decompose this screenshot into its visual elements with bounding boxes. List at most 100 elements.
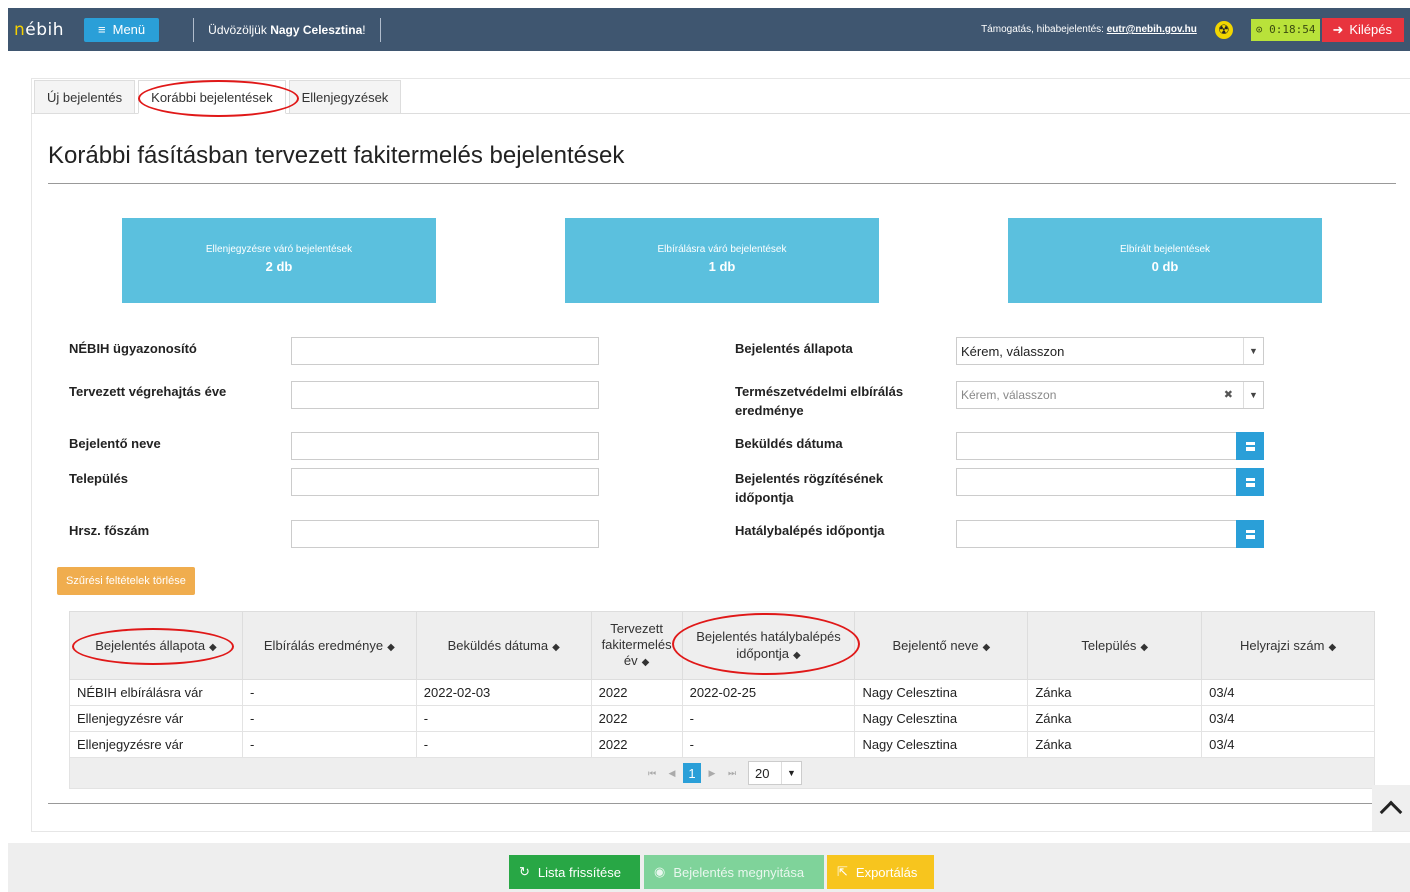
cell-sent-date: - — [415, 731, 592, 758]
scroll-to-top-button[interactable] — [1372, 785, 1410, 831]
cell-parcel: 03/4 — [1201, 679, 1375, 706]
stat-tile-reviewed[interactable]: Elbírált bejelentések 0 db — [1008, 218, 1322, 303]
nebih-logo[interactable]: nébih — [14, 20, 64, 40]
refresh-list-button[interactable]: ↻ Lista frissítése — [509, 855, 640, 889]
sent-date-input[interactable] — [956, 432, 1264, 460]
page-size-select[interactable]: 20 ▼ — [748, 761, 802, 785]
reporter-name-label: Bejelentő neve — [69, 436, 161, 451]
last-page-icon[interactable]: ⏭ — [723, 763, 741, 783]
stat-label: Ellenjegyzésre váró bejelentések — [205, 244, 353, 255]
column-label: Elbírálás eredménye — [263, 638, 384, 653]
nature-result-label: Természetvédelmi elbírálás eredménye — [735, 384, 904, 418]
pager-cell: ⏮ ◀ 1 ▶ ⏭ 20 ▼ — [69, 757, 1375, 789]
logout-button[interactable]: ➜ Kilépés — [1322, 17, 1404, 42]
menu-button[interactable]: ≡ Menü — [84, 17, 160, 42]
sort-icon[interactable]: ◆ — [387, 642, 395, 653]
column-header-settlement[interactable]: Település ◆ — [1027, 611, 1203, 680]
sort-icon[interactable]: ◆ — [552, 642, 560, 653]
radiation-icon[interactable]: ☢ — [1214, 20, 1233, 39]
column-label: Beküldés dátuma — [447, 638, 549, 653]
table-header-row: Bejelentés állapota ◆ Elbírálás eredménye… — [69, 611, 1375, 680]
column-header-review-result[interactable]: Elbírálás eredménye ◆ — [241, 611, 417, 680]
tab-countersignatures[interactable]: Ellenjegyzések — [288, 80, 402, 114]
user-name: Nagy Celesztina — [270, 22, 363, 37]
planned-year-input[interactable] — [291, 381, 599, 409]
cell-effective-date: - — [681, 731, 856, 758]
status-select[interactable]: Kérem, válasszon ▼ — [956, 337, 1264, 365]
export-button[interactable]: ⇱ Exportálás — [827, 855, 934, 889]
column-label: Bejelentés hatálybalépés — [696, 628, 841, 644]
menu-label: Menü — [112, 22, 146, 37]
cell-settlement: Zánka — [1027, 679, 1203, 706]
column-header-effective-date[interactable]: Bejelentés hatálybalépés időpontja ◆ — [681, 611, 856, 680]
calendar-icon[interactable] — [1236, 432, 1264, 460]
clear-icon[interactable]: ✖ — [1224, 388, 1233, 401]
sort-icon[interactable]: ◆ — [1140, 642, 1148, 653]
clear-filters-button[interactable]: Szűrési feltételek törlése — [57, 567, 195, 595]
sort-icon[interactable]: ◆ — [209, 642, 217, 653]
column-header-parcel[interactable]: Helyrajzi szám ◆ — [1201, 611, 1375, 680]
calendar-icon[interactable] — [1236, 520, 1264, 548]
chevron-down-icon[interactable]: ▼ — [781, 762, 801, 784]
current-page-button[interactable]: 1 — [683, 763, 701, 783]
effective-at-label: Hatálybalépés időpontja — [735, 523, 885, 538]
nature-result-select[interactable]: Kérem, válasszon ✖ ▼ — [956, 381, 1264, 409]
sort-icon[interactable]: ◆ — [793, 650, 801, 661]
table-row[interactable]: Ellenjegyzésre vár - - 2022 - Nagy Celes… — [69, 705, 1375, 732]
logo-n-mark: n — [14, 19, 26, 40]
cell-status: NÉBIH elbírálásra vár — [69, 679, 243, 706]
reporter-name-input[interactable] — [291, 432, 599, 460]
effective-at-input[interactable] — [956, 520, 1264, 548]
first-page-icon[interactable]: ⏮ — [643, 763, 661, 783]
planned-year-label: Tervezett végrehajtás éve — [69, 384, 227, 399]
eye-icon: ◉ — [654, 864, 666, 879]
pager-row: ⏮ ◀ 1 ▶ ⏭ 20 ▼ — [69, 757, 1375, 789]
table-row[interactable]: Ellenjegyzésre vár - - 2022 - Nagy Celes… — [69, 731, 1375, 758]
stat-value: 2 db — [265, 259, 293, 274]
reports-table: Bejelentés állapota ◆ Elbírálás eredménye… — [69, 611, 1375, 789]
cell-effective-date: - — [681, 705, 856, 732]
column-label: fakitermelés — [601, 636, 672, 652]
column-label: Helyrajzi szám — [1239, 638, 1325, 653]
column-header-status[interactable]: Bejelentés állapota ◆ — [69, 611, 243, 680]
welcome-suffix: ! — [362, 22, 366, 37]
divider — [379, 17, 381, 42]
column-header-reporter[interactable]: Bejelentő neve ◆ — [854, 611, 1029, 680]
settlement-input[interactable] — [291, 468, 599, 496]
column-header-sent-date[interactable]: Beküldés dátuma ◆ — [415, 611, 592, 680]
column-label: Bejelentés állapota — [95, 638, 206, 653]
tab-previous-reports[interactable]: Korábbi bejelentések — [138, 80, 286, 114]
cell-sent-date: - — [415, 705, 592, 732]
tab-new-report[interactable]: Új bejelentés — [34, 80, 136, 114]
column-label: Bejelentő neve — [892, 638, 979, 653]
refresh-label: Lista frissítése — [537, 864, 621, 880]
parcel-main-input[interactable] — [291, 520, 599, 548]
stat-value: 1 db — [708, 259, 736, 274]
stat-tile-awaiting-review[interactable]: Elbírálásra váró bejelentések 1 db — [565, 218, 879, 303]
next-page-icon[interactable]: ▶ — [703, 763, 721, 783]
welcome-prefix: Üdvözöljük — [208, 22, 267, 37]
case-id-input[interactable] — [291, 337, 599, 365]
cell-effective-date: 2022-02-25 — [681, 679, 856, 706]
column-header-planned-year[interactable]: Tervezett fakitermelés év ◆ — [590, 611, 683, 680]
open-report-button[interactable]: ◉ Bejelentés megnyitása — [644, 855, 824, 889]
cell-status: Ellenjegyzésre vár — [69, 705, 243, 732]
settlement-label: Település — [69, 471, 129, 486]
calendar-icon[interactable] — [1236, 468, 1264, 496]
parcel-main-label: Hrsz. főszám — [69, 523, 150, 538]
sort-icon[interactable]: ◆ — [642, 657, 650, 668]
chevron-down-icon[interactable]: ▼ — [1243, 382, 1263, 408]
support-email-link[interactable]: eutr@nebih.gov.hu — [1107, 24, 1197, 35]
stat-label: Elbírált bejelentések — [1119, 244, 1211, 255]
cell-parcel: 03/4 — [1201, 705, 1375, 732]
table-row[interactable]: NÉBIH elbírálásra vár - 2022-02-03 2022 … — [69, 679, 1375, 706]
prev-page-icon[interactable]: ◀ — [663, 763, 681, 783]
chevron-down-icon[interactable]: ▼ — [1243, 338, 1263, 364]
status-label: Bejelentés állapota — [735, 341, 853, 356]
recorded-at-input[interactable] — [956, 468, 1264, 496]
stat-tile-awaiting-countersign[interactable]: Ellenjegyzésre váró bejelentések 2 db — [122, 218, 436, 303]
sort-icon[interactable]: ◆ — [983, 642, 991, 653]
column-label: év — [623, 652, 638, 668]
column-label: Település — [1081, 638, 1137, 653]
sort-icon[interactable]: ◆ — [1328, 642, 1336, 653]
